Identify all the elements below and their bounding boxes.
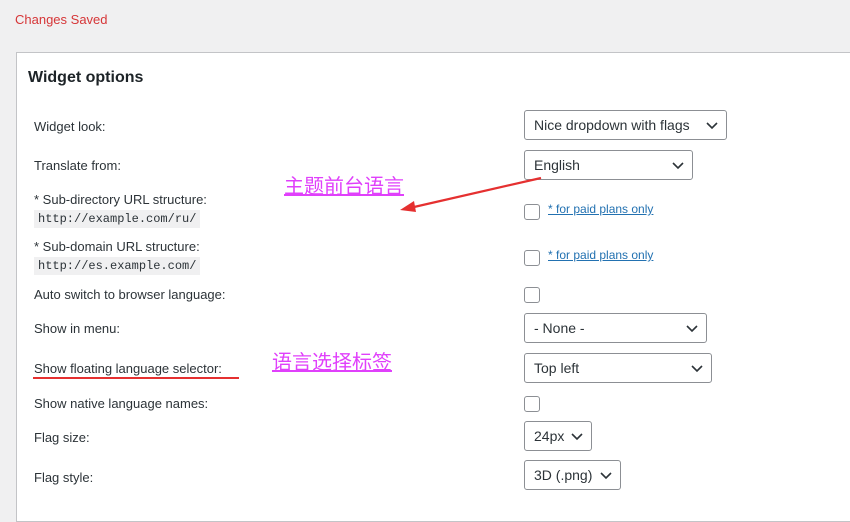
annotation-arrow xyxy=(400,176,542,212)
